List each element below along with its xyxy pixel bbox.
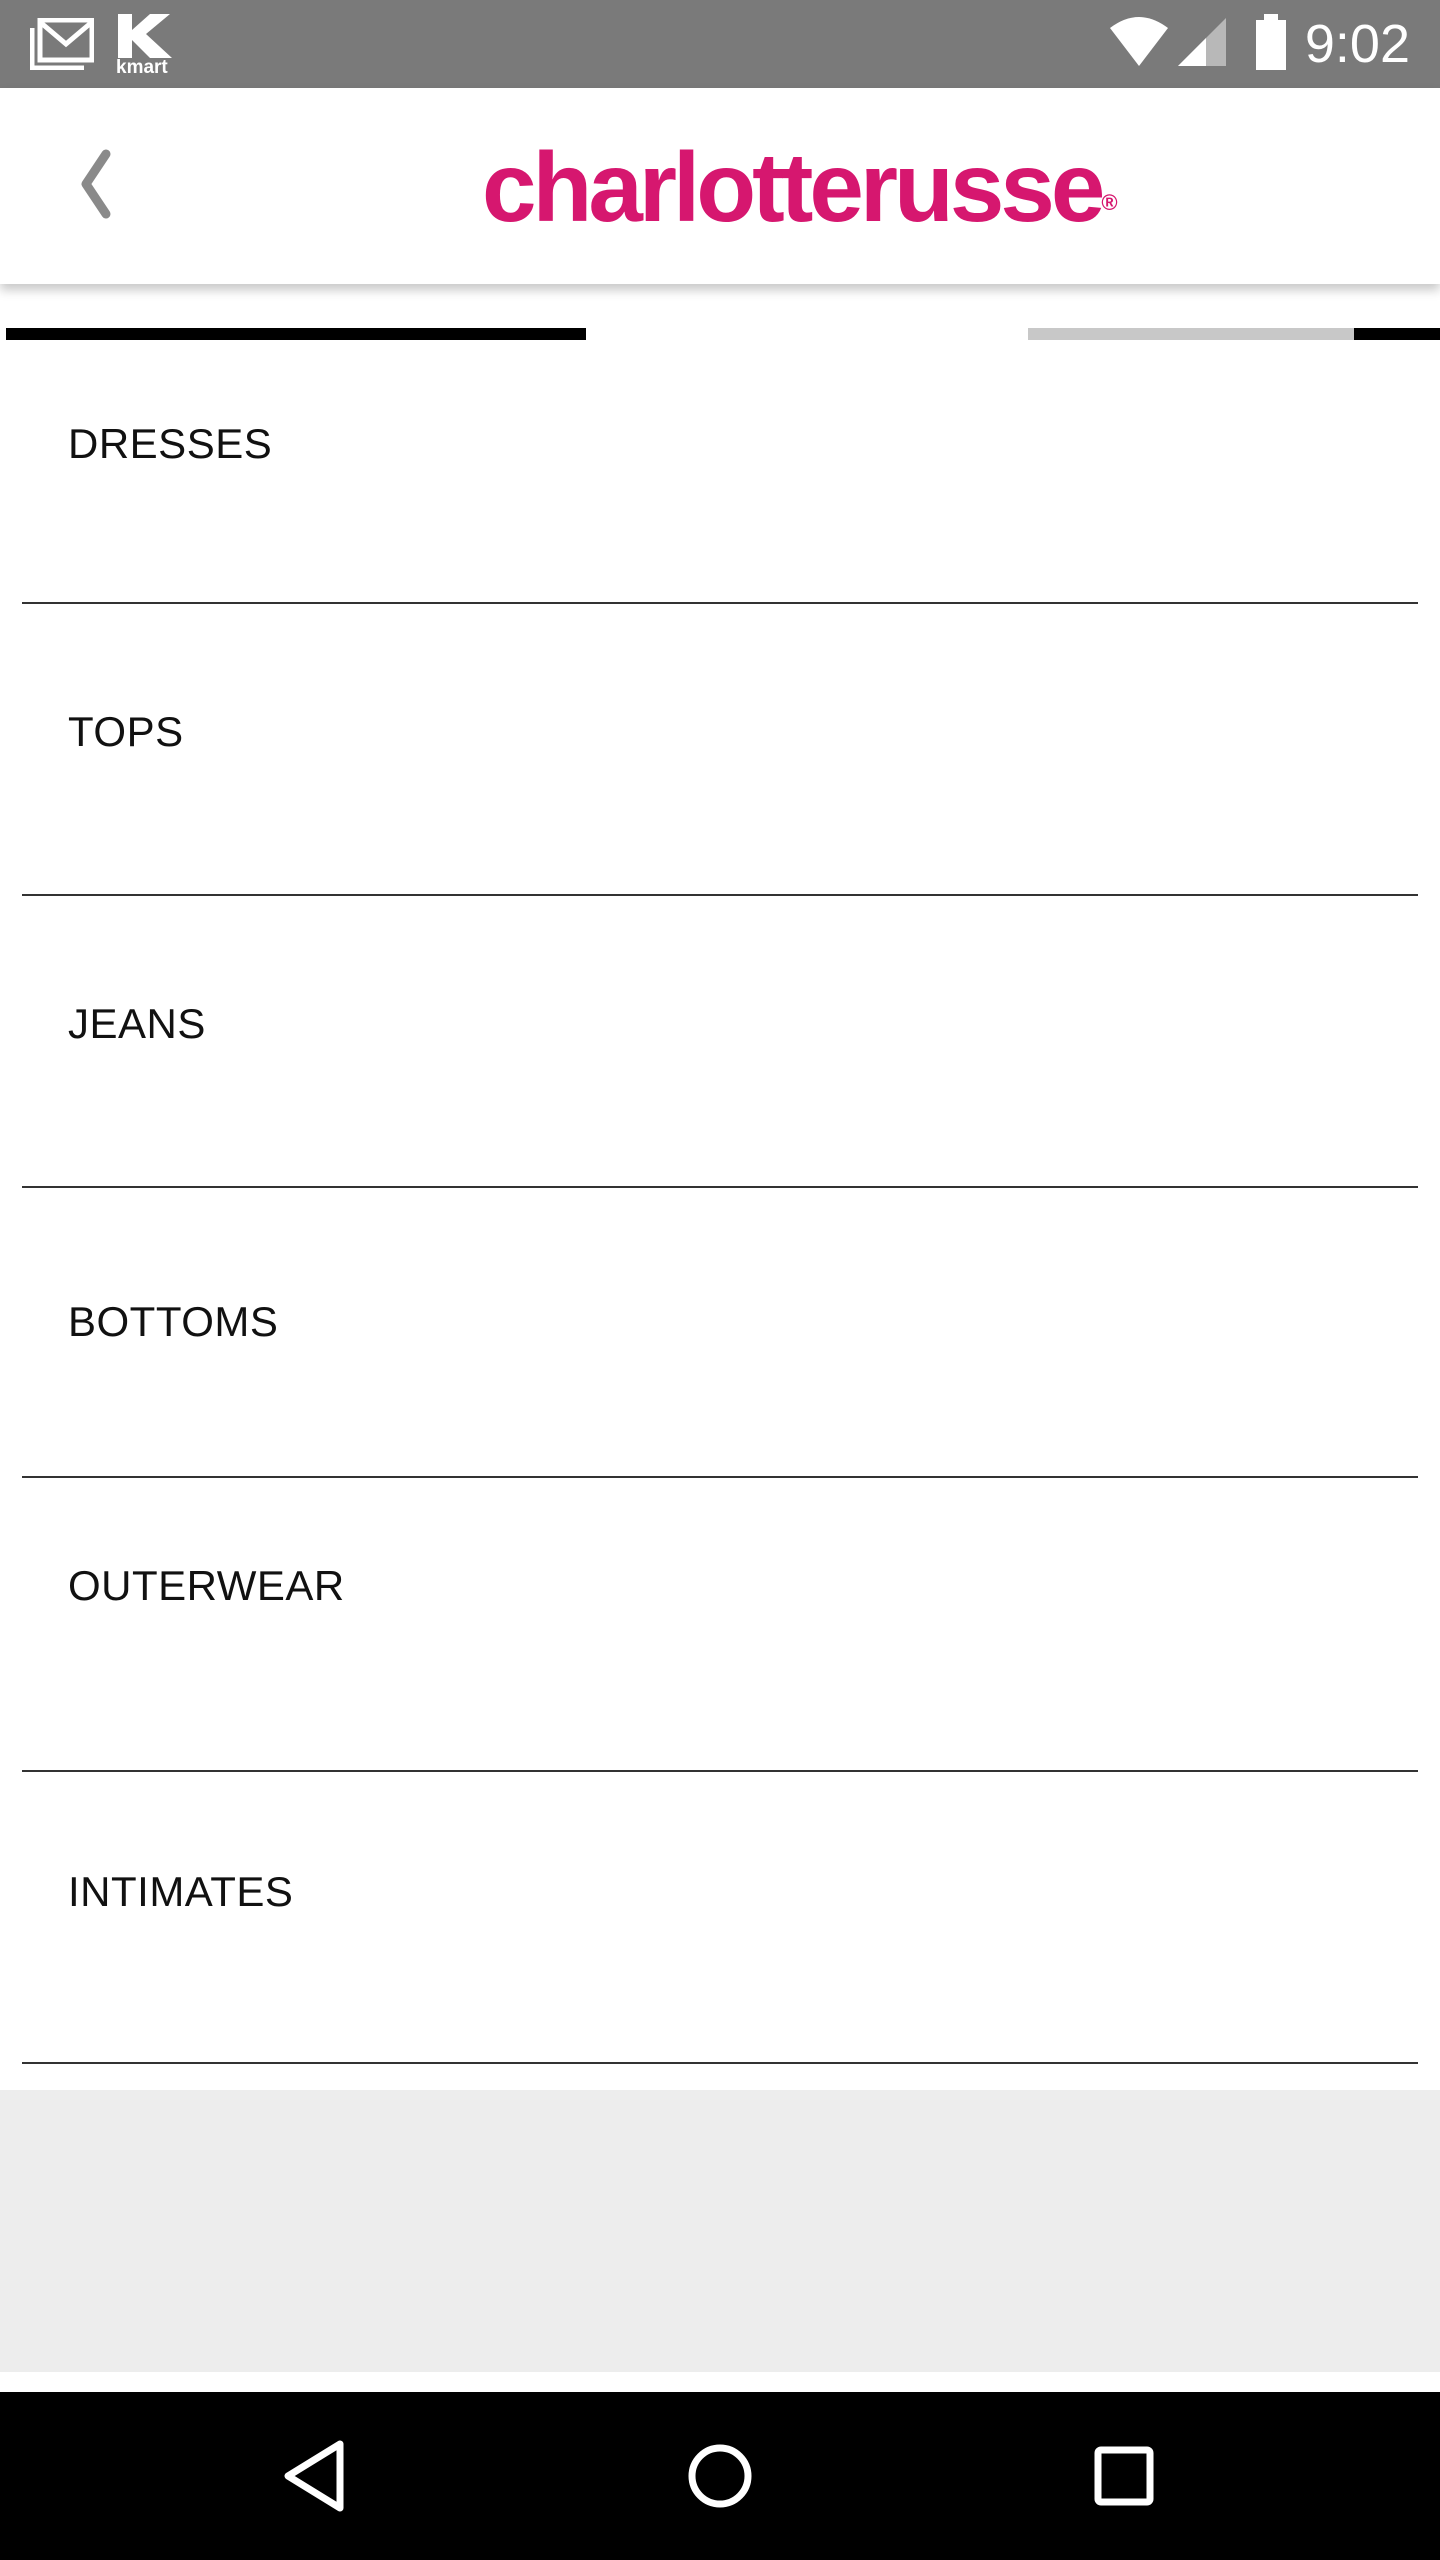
indicator-bar-inactive	[1028, 328, 1354, 340]
system-nav-bar	[0, 2392, 1440, 2560]
category-list: DRESSES TOPS JEANS BOTTOMS OUTERWEAR INT…	[0, 340, 1440, 2090]
indicator-bar-end	[1354, 328, 1440, 340]
category-item-jeans[interactable]: JEANS	[22, 896, 1418, 1188]
category-label: DRESSES	[68, 420, 273, 467]
progress-indicator	[0, 284, 1440, 340]
category-item-outerwear[interactable]: OUTERWEAR	[22, 1478, 1418, 1772]
category-label: BOTTOMS	[68, 1298, 279, 1345]
back-button[interactable]	[66, 144, 126, 224]
app-header: charlotterusse®	[0, 88, 1440, 284]
nav-back-button[interactable]	[276, 2436, 356, 2516]
home-circle-icon	[688, 2444, 752, 2508]
chevron-left-icon	[81, 149, 111, 219]
status-bar: kmart 9:02	[0, 0, 1440, 88]
category-label: OUTERWEAR	[68, 1562, 345, 1609]
screen: kmart 9:02 charlotterusse® DRESSES TOPS …	[0, 0, 1440, 2560]
gmail-icon	[30, 18, 94, 70]
category-item-dresses[interactable]: DRESSES	[22, 340, 1418, 604]
kmart-icon	[118, 14, 172, 58]
empty-background-area	[0, 2090, 1440, 2372]
battery-icon	[1256, 14, 1286, 70]
category-item-tops[interactable]: TOPS	[22, 604, 1418, 896]
registered-mark: ®	[1101, 190, 1118, 215]
nav-recents-button[interactable]	[1084, 2436, 1164, 2516]
category-label: JEANS	[68, 1000, 206, 1047]
category-item-intimates[interactable]: INTIMATES	[22, 1772, 1418, 2064]
category-item-bottoms[interactable]: BOTTOMS	[22, 1188, 1418, 1478]
wifi-icon	[1110, 17, 1168, 66]
nav-home-button[interactable]	[680, 2436, 760, 2516]
status-time: 9:02	[1304, 14, 1410, 74]
cell-signal-icon	[1178, 18, 1226, 66]
indicator-bar-active	[6, 328, 586, 340]
back-triangle-icon	[284, 2440, 344, 2512]
brand-logo: charlotterusse®	[482, 132, 1118, 242]
recents-square-icon	[1094, 2446, 1154, 2506]
kmart-label: kmart	[116, 57, 168, 78]
brand-name: charlotterusse	[482, 132, 1105, 242]
category-label: INTIMATES	[68, 1868, 294, 1915]
category-label: TOPS	[68, 708, 184, 755]
